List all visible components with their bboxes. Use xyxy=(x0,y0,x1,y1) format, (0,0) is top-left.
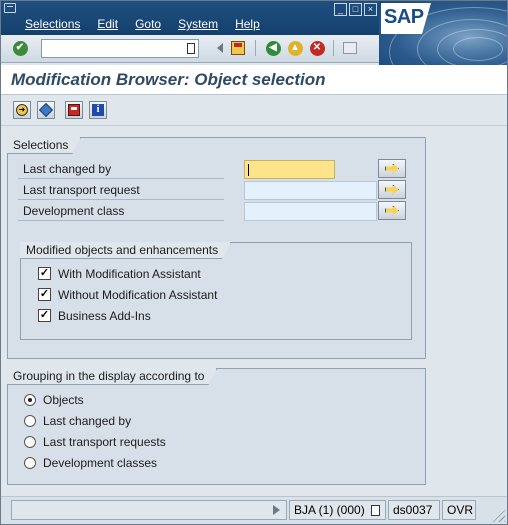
resize-grip[interactable] xyxy=(491,508,505,522)
window-controls: _ □ × xyxy=(334,3,377,16)
status-bar: BJA (1) (000) ds0037 OVR xyxy=(1,496,507,524)
save-variant-icon[interactable] xyxy=(65,101,83,119)
business-add-ins-checkbox[interactable]: ✓ xyxy=(38,309,51,322)
last-transport-request-input[interactable] xyxy=(244,181,377,200)
grouping-last-changed-by-label: Last changed by xyxy=(43,414,132,428)
last-changed-by-multiple-selection-button[interactable] xyxy=(378,159,406,178)
cancel-icon[interactable]: ✕ xyxy=(308,39,326,57)
last-transport-request-label: Last transport request xyxy=(23,183,140,197)
selections-group: Selections Last changed by Last transpor… xyxy=(7,137,426,359)
system-menu-icon[interactable] xyxy=(4,3,16,13)
arrow-right-icon xyxy=(385,205,399,216)
grouping-last-changed-by-radio[interactable] xyxy=(24,415,36,427)
sap-window: Selections Edit Goto System Help _ □ × S… xyxy=(0,0,508,525)
sap-logo-area: SAP xyxy=(379,1,507,67)
system-info-dropdown-icon[interactable] xyxy=(371,505,381,517)
title-bar: Modification Browser: Object selection xyxy=(1,65,507,95)
save-icon[interactable] xyxy=(229,39,247,57)
with-modification-assistant-checkbox[interactable]: ✓ xyxy=(38,267,51,280)
with-modification-assistant-label: With Modification Assistant xyxy=(58,267,201,281)
menu-edit[interactable]: Edit xyxy=(97,17,118,31)
maximize-button[interactable]: □ xyxy=(349,3,362,16)
modified-objects-group: Modified objects and enhancements ✓ With… xyxy=(20,242,412,340)
command-field[interactable] xyxy=(41,39,199,58)
without-modification-assistant-checkbox[interactable]: ✓ xyxy=(38,288,51,301)
print-icon[interactable] xyxy=(341,39,359,57)
last-transport-request-multiple-selection-button[interactable] xyxy=(378,180,406,199)
without-modification-assistant-label: Without Modification Assistant xyxy=(58,288,218,302)
command-dropdown-icon[interactable] xyxy=(187,43,195,54)
menu-system[interactable]: System xyxy=(178,17,218,31)
minimize-button[interactable]: _ xyxy=(334,3,347,16)
application-toolbar: ➜ i xyxy=(1,96,507,126)
enter-icon[interactable]: ✔ xyxy=(11,39,29,57)
back-icon[interactable]: ◀ xyxy=(264,39,282,57)
info-icon[interactable]: i xyxy=(89,101,107,119)
grouping-objects-radio[interactable] xyxy=(24,394,36,406)
grouping-group: Grouping in the display according to Obj… xyxy=(7,368,426,485)
grouping-heading: Grouping in the display according to xyxy=(7,368,217,385)
menu-goto[interactable]: Goto xyxy=(135,17,161,31)
sap-logo-text: SAP xyxy=(384,6,424,28)
status-expand-icon[interactable] xyxy=(273,505,280,515)
development-class-input[interactable] xyxy=(244,202,377,221)
grouping-last-transport-requests-radio[interactable] xyxy=(24,436,36,448)
development-class-multiple-selection-button[interactable] xyxy=(378,201,406,220)
status-system-info[interactable]: BJA (1) (000) xyxy=(289,500,386,520)
last-changed-by-input[interactable] xyxy=(244,160,335,179)
status-message-area xyxy=(11,500,287,520)
grouping-development-classes-radio[interactable] xyxy=(24,457,36,469)
close-button[interactable]: × xyxy=(364,3,377,16)
history-back-icon[interactable] xyxy=(211,39,229,57)
page-title: Modification Browser: Object selection xyxy=(11,70,326,89)
standard-toolbar: ✔ ◀ ▲ ✕ xyxy=(1,35,379,63)
status-insert-mode[interactable]: OVR xyxy=(442,500,476,520)
grouping-last-transport-requests-label: Last transport requests xyxy=(43,435,166,449)
choose-icon[interactable] xyxy=(37,101,55,119)
grouping-objects-label: Objects xyxy=(43,393,84,407)
menu-items: Selections Edit Goto System Help xyxy=(25,17,260,31)
modified-objects-heading: Modified objects and enhancements xyxy=(20,242,231,259)
business-add-ins-label: Business Add-Ins xyxy=(58,309,151,323)
selections-heading: Selections xyxy=(7,137,81,154)
exit-icon[interactable]: ▲ xyxy=(286,39,304,57)
menu-selections[interactable]: Selections xyxy=(25,17,80,31)
status-server: ds0037 xyxy=(388,500,440,520)
arrow-right-icon xyxy=(385,163,399,174)
grouping-development-classes-label: Development classes xyxy=(43,456,158,470)
last-changed-by-label: Last changed by xyxy=(23,162,112,176)
menu-help[interactable]: Help xyxy=(235,17,260,31)
development-class-label: Development class xyxy=(23,204,125,218)
arrow-right-icon xyxy=(385,184,399,195)
execute-icon[interactable]: ➜ xyxy=(13,101,31,119)
